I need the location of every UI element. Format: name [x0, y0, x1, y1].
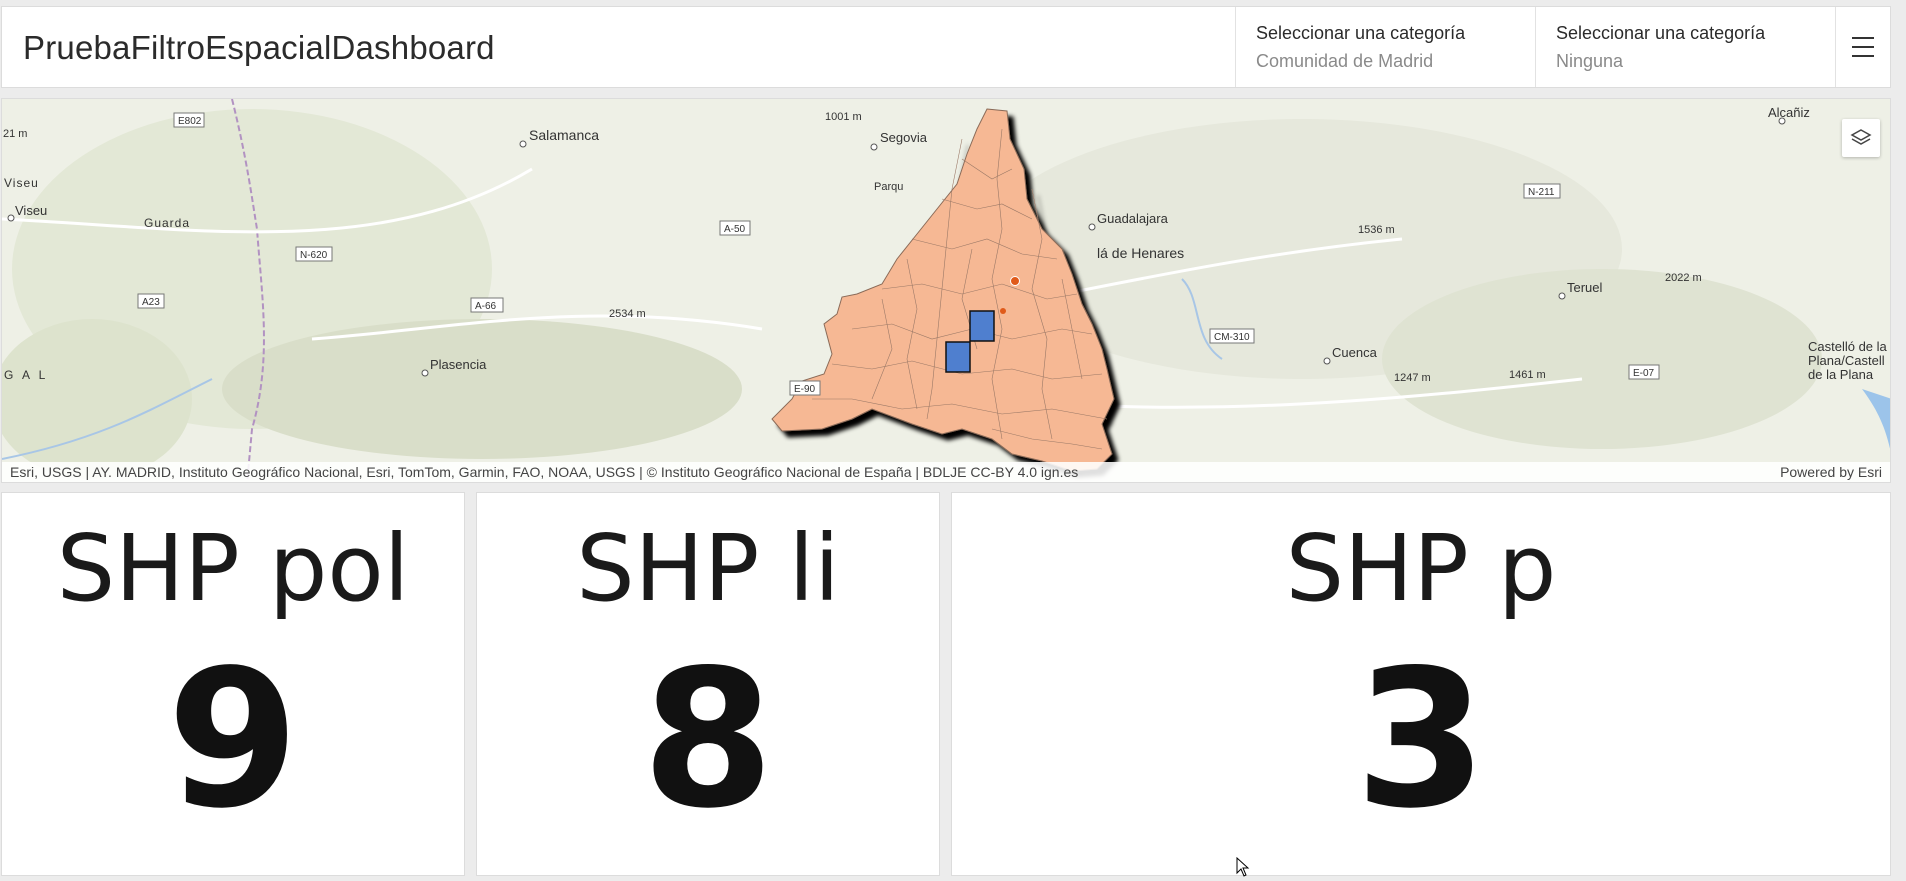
- indicator-shp-pol: SHP pol 9: [1, 492, 465, 876]
- map-peak: 2022 m: [1665, 272, 1702, 284]
- basemap[interactable]: Salamanca Segovia Guadalajara lá de Hena…: [2, 99, 1891, 483]
- category-selector-2-label: Seleccionar una categoría: [1556, 23, 1766, 43]
- layers-icon[interactable]: [1842, 119, 1880, 157]
- map-label-alcala: lá de Henares: [1097, 245, 1184, 261]
- map-label-castello-1: Castelló de la: [1808, 339, 1888, 354]
- scrollbar[interactable]: [1894, 0, 1906, 881]
- road-shield: E-90: [794, 384, 816, 395]
- road-shield: A-66: [475, 301, 497, 312]
- indicator-value: 8: [641, 629, 775, 850]
- road-shield: E-07: [1633, 368, 1655, 379]
- point-feature[interactable]: [1010, 276, 1020, 286]
- map-label-teruel: Teruel: [1567, 280, 1603, 295]
- attribution-text: Esri, USGS | AY. MADRID, Instituto Geogr…: [10, 464, 1079, 480]
- polygon-feature[interactable]: [945, 341, 971, 373]
- road-shield: CM-310: [1214, 332, 1250, 343]
- category-selector-1-value: Comunidad de Madrid: [1256, 51, 1434, 71]
- map-label-cuenca: Cuenca: [1332, 345, 1378, 360]
- map-label-parque: Parqu: [874, 181, 903, 193]
- map-label-salamanca: Salamanca: [529, 127, 599, 143]
- map-peak: 1536 m: [1358, 224, 1395, 236]
- map-peak: 2534 m: [609, 308, 646, 320]
- category-selector-1-label: Seleccionar una categoría: [1256, 23, 1466, 43]
- map-label-gal: G A L: [4, 368, 48, 382]
- indicator-title: SHP p: [1285, 515, 1557, 622]
- indicator-shp-p: SHP p 3: [951, 492, 1891, 876]
- road-shield: A-50: [724, 224, 746, 235]
- map-peak: 21 m: [3, 128, 27, 140]
- hamburger-icon[interactable]: [1835, 7, 1890, 87]
- map-label-viseu: Viseu: [15, 203, 47, 218]
- road-shield: E802: [178, 116, 202, 127]
- map-label-plasencia: Plasencia: [430, 357, 487, 372]
- dashboard-title: PruebaFiltroEspacialDashboard: [23, 29, 495, 66]
- mouse-cursor-icon: [1236, 857, 1250, 877]
- category-selector-2[interactable]: Seleccionar una categoría Ninguna: [1535, 7, 1835, 87]
- dashboard: PruebaFiltroEspacialDashboard Selecciona…: [0, 0, 1906, 881]
- category-selector-1[interactable]: Seleccionar una categoría Comunidad de M…: [1235, 7, 1535, 87]
- map-label-castello-2: Plana/Castell: [1808, 353, 1885, 368]
- map-peak: 1001 m: [825, 111, 862, 123]
- map-label-viseu-region: Viseu: [4, 176, 39, 190]
- map-peak: 1461 m: [1509, 369, 1546, 381]
- indicator-shp-li: SHP li 8: [476, 492, 940, 876]
- map-label-guarda: Guarda: [144, 216, 190, 230]
- road-shield: N-211: [1528, 187, 1555, 198]
- map-attribution: Esri, USGS | AY. MADRID, Instituto Geogr…: [2, 462, 1890, 482]
- dashboard-header: PruebaFiltroEspacialDashboard Selecciona…: [1, 6, 1891, 88]
- map-peak: 1247 m: [1394, 372, 1431, 384]
- road-shield: N-620: [300, 250, 328, 261]
- map-label-guadalajara: Guadalajara: [1097, 211, 1169, 226]
- indicator-title: SHP pol: [56, 515, 410, 622]
- indicator-title: SHP li: [576, 515, 840, 622]
- map-label-alcaniz: Alcañiz: [1768, 105, 1810, 120]
- category-selector-2-value: Ninguna: [1556, 51, 1624, 71]
- road-shield: A23: [142, 297, 160, 308]
- powered-by-esri[interactable]: Powered by Esri: [1780, 464, 1882, 480]
- point-feature[interactable]: [1000, 308, 1006, 314]
- map-widget[interactable]: Salamanca Segovia Guadalajara lá de Hena…: [1, 98, 1891, 483]
- map-label-castello-3: de la Plana: [1808, 367, 1874, 382]
- map-label-segovia: Segovia: [880, 130, 928, 145]
- indicator-value: 9: [166, 629, 300, 850]
- polygon-feature[interactable]: [969, 310, 995, 342]
- indicator-value: 3: [1354, 629, 1488, 850]
